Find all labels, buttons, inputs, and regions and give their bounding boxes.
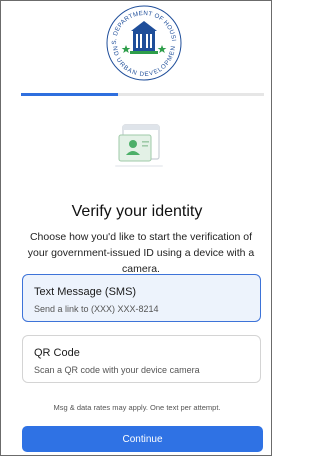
option-description: Send a link to (XXX) XXX-8214 <box>34 304 159 314</box>
hud-seal-logo: U.S. DEPARTMENT OF HOUSING AND URBAN DEV… <box>104 3 182 81</box>
option-qr-code[interactable]: QR Code Scan a QR code with your device … <box>22 335 261 383</box>
page-subtitle: Choose how you'd like to start the verif… <box>27 231 255 275</box>
verification-panel: U.S. DEPARTMENT OF HOUSING AND URBAN DEV… <box>0 0 272 456</box>
progress-bar-fill <box>21 93 119 96</box>
option-text-message[interactable]: Text Message (SMS) Send a link to (XXX) … <box>22 274 261 322</box>
continue-button[interactable]: Continue <box>22 426 263 452</box>
progress-bar <box>21 93 264 96</box>
rates-disclaimer: Msg & data rates may apply. One text per… <box>53 403 221 412</box>
option-description: Scan a QR code with your device camera <box>34 365 200 375</box>
page-title: Verify your identity <box>71 203 203 220</box>
id-card-verification-icon <box>115 124 163 167</box>
option-title: Text Message (SMS) <box>34 286 137 298</box>
option-title: QR Code <box>34 347 80 359</box>
